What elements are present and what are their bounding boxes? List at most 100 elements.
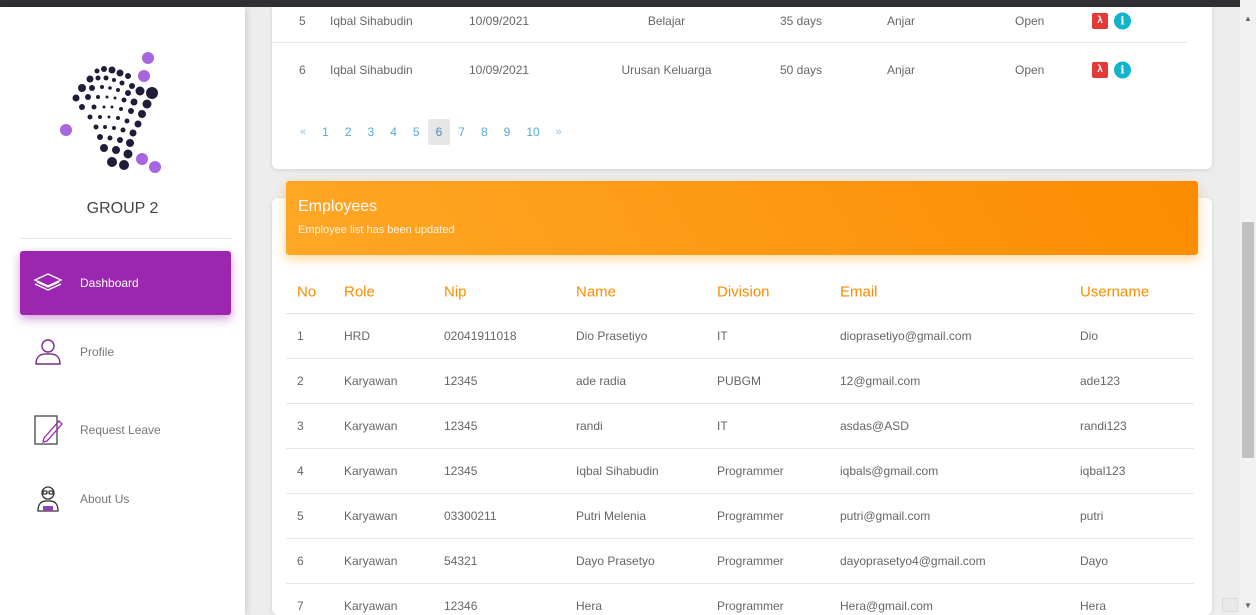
table-header-row: No Role Nip Name Division Email Username — [286, 270, 1194, 314]
table-row: 6 Karyawan 54321 Dayo Prasetyo Programmer day… — [286, 539, 1194, 584]
cell-username: Dio — [1080, 329, 1099, 343]
table-row: 2 Karyawan 12345 ade radia PUBGM 12@gmail.com… — [286, 359, 1194, 404]
sidebar-divider — [20, 238, 232, 239]
column-header: Name — [576, 283, 617, 300]
team-icon — [30, 481, 66, 517]
card-subtitle: Employee list has been updated — [298, 224, 455, 236]
cell-role: Karyawan — [344, 509, 398, 523]
pdf-icon[interactable]: λ — [1092, 12, 1108, 29]
sidebar-item-about-us[interactable]: About Us — [20, 467, 231, 531]
cell-no: 1 — [297, 329, 304, 343]
cell-no: 3 — [297, 419, 304, 433]
scroll-thumb[interactable] — [1242, 222, 1254, 458]
employees-card-header: Employees Employee list has been updated — [286, 181, 1198, 255]
table-row: 1 HRD 02041911018 Dio Prasetiyo IT diopraseti… — [286, 314, 1194, 359]
cell-days: 35 days — [780, 13, 823, 28]
page-link[interactable]: 4 — [382, 119, 405, 145]
sidebar-item-label: Request Leave — [80, 423, 161, 437]
sidebar-item-request-leave[interactable]: Request Leave — [20, 398, 231, 462]
column-header: Role — [344, 283, 375, 300]
page-link[interactable]: 7 — [450, 119, 473, 145]
pagination: « 1 2 3 4 5 6 7 8 9 10 » — [292, 119, 570, 145]
cell-division: PUBGM — [717, 374, 762, 388]
info-icon[interactable]: i — [1114, 12, 1131, 29]
cell-email: asdas@ASD — [840, 419, 909, 433]
sidebar-item-dashboard[interactable]: Dashboard — [20, 251, 231, 315]
cell-no: 4 — [297, 464, 304, 478]
cell-name: Dio Prasetiyo — [576, 329, 648, 343]
cell-username: Hera — [1080, 599, 1107, 613]
page-link[interactable]: 3 — [360, 119, 383, 145]
table-row: 3 Karyawan 12345 randi IT asdas@ASD randi123 — [286, 404, 1194, 449]
employees-table: No Role Nip Name Division Email Username… — [286, 270, 1194, 615]
table-row: 6 Iqbal Sihabudin 10/09/2021 Urusan Kelu… — [272, 48, 1212, 92]
cell-approver: Anjar — [887, 63, 916, 77]
cell-role: Karyawan — [344, 419, 398, 433]
cell-division: Programmer — [717, 509, 784, 523]
layers-icon — [30, 265, 66, 301]
cell-nip: 02041911018 — [444, 329, 517, 343]
cell-name: Putri Melenia — [576, 509, 647, 523]
cell-date: 10/09/2021 — [469, 13, 530, 28]
cell-no: 7 — [297, 599, 304, 613]
cell-reason: Urusan Keluarga — [621, 63, 712, 77]
table-row: 7 Karyawan 12346 Hera Programmer Hera@gmail.c… — [286, 584, 1194, 615]
scrollbar[interactable]: ▲ ▼ — [1240, 0, 1256, 615]
cell-role: HRD — [344, 329, 370, 343]
scroll-down-arrow[interactable]: ▼ — [1240, 601, 1256, 611]
pdf-icon[interactable]: λ — [1092, 62, 1108, 78]
cell-nip: 12345 — [444, 419, 478, 433]
cell-division: Programmer — [717, 464, 784, 478]
user-icon — [30, 334, 66, 370]
cell-email: dioprasetiyo@gmail.com — [840, 329, 972, 343]
scroll-up-arrow[interactable]: ▲ — [1240, 14, 1256, 24]
table-row: 5 Iqbal Sihabudin 10/09/2021 Belajar 35 … — [272, 0, 1187, 43]
card-title: Employees — [298, 198, 378, 215]
page-link[interactable]: 5 — [405, 119, 428, 145]
cell-reason: Belajar — [647, 13, 686, 28]
cell-approver: Anjar — [887, 13, 916, 28]
cell-username: ade123 — [1080, 374, 1121, 388]
page-link[interactable]: 1 — [314, 119, 337, 145]
page-link[interactable]: 10 — [518, 119, 547, 145]
corner-widget — [1222, 598, 1238, 612]
pagination-prev[interactable]: « — [292, 119, 314, 145]
cell-no: 2 — [297, 374, 304, 388]
cell-name: ade radia — [576, 374, 627, 388]
cell-username: randi123 — [1080, 419, 1127, 433]
cell-name: Dayo Prasetyo — [576, 554, 655, 568]
column-header: Nip — [444, 283, 467, 300]
leave-requests-card: 5 Iqbal Sihabudin 10/09/2021 Belajar 35 … — [272, 7, 1212, 169]
cell-no: 6 — [297, 554, 304, 568]
cell-role: Karyawan — [344, 374, 398, 388]
cell-username: Dayo — [1080, 554, 1109, 568]
column-header: No — [297, 283, 317, 300]
sidebar-item-label: About Us — [80, 492, 130, 506]
page-link-active[interactable]: 6 — [427, 119, 451, 145]
cell-email: putri@gmail.com — [840, 509, 931, 523]
edit-icon — [30, 412, 66, 448]
sidebar-item-profile[interactable]: Profile — [20, 320, 231, 384]
cell-email: 12@gmail.com — [840, 374, 921, 388]
cell-division: Programmer — [717, 599, 784, 613]
cell-role: Karyawan — [344, 599, 398, 613]
page-link[interactable]: 2 — [337, 119, 360, 145]
cell-status: Open — [1015, 63, 1045, 77]
cell-status: Open — [1015, 13, 1045, 28]
cell-nip: 03300211 — [444, 509, 497, 523]
pagination-next[interactable]: » — [548, 119, 570, 145]
cell-name: Iqbal Sihabudin — [330, 63, 413, 77]
employees-table-body: 1 HRD 02041911018 Dio Prasetiyo IT diopraseti… — [286, 314, 1194, 615]
sidebar-item-label: Dashboard — [80, 276, 139, 290]
cell-no: 5 — [297, 509, 304, 523]
cell-date: 10/09/2021 — [469, 63, 530, 77]
cell-username: iqbal123 — [1080, 464, 1126, 478]
info-icon[interactable]: i — [1114, 61, 1131, 79]
table-row: 4 Karyawan 12345 Iqbal Sihabudin Programmer i… — [286, 449, 1194, 494]
page-link[interactable]: 9 — [496, 119, 519, 145]
cell-email: Hera@gmail.com — [840, 599, 933, 613]
cell-name: randi — [576, 419, 603, 433]
column-header: Email — [840, 283, 878, 300]
page-link[interactable]: 8 — [473, 119, 496, 145]
cell-role: Karyawan — [344, 554, 398, 568]
